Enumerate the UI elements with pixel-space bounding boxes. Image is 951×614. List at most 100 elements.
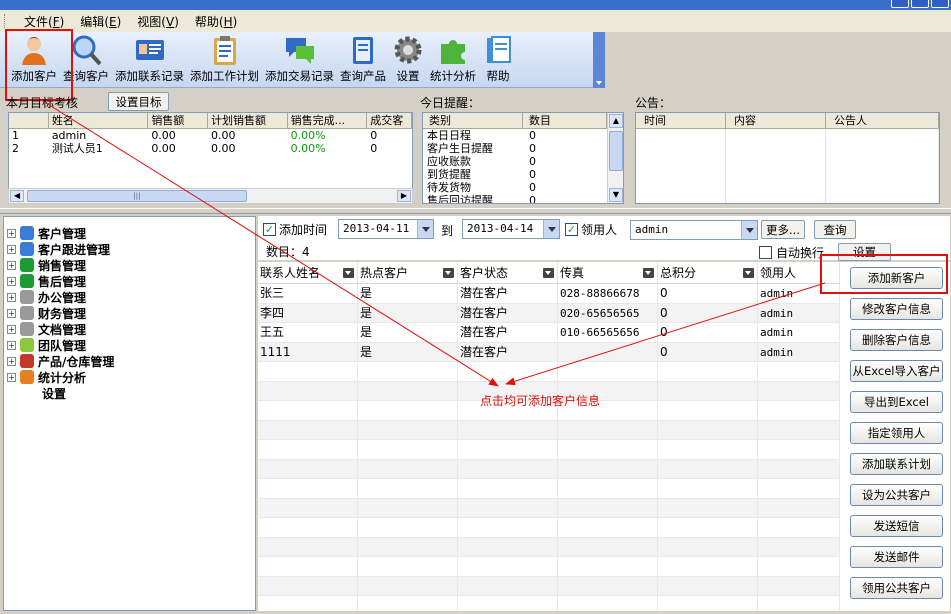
expand-plus-icon[interactable]: + bbox=[7, 292, 16, 302]
table-row[interactable]: 1 admin 0.00 0.00 0.00% 0 bbox=[9, 129, 412, 142]
toolbar-button-5[interactable]: 查询产品 bbox=[337, 34, 389, 87]
filter-dropdown-icon[interactable] bbox=[643, 268, 654, 278]
tree-node-6[interactable]: + 文档管理 bbox=[4, 321, 255, 337]
tree-node-0[interactable]: + 客户管理 bbox=[4, 225, 255, 241]
action-button-1[interactable]: 修改客户信息 bbox=[850, 298, 943, 320]
list-item[interactable]: 售后回访提醒 0 bbox=[423, 194, 623, 203]
menu-item-2[interactable]: 视图(V) bbox=[129, 13, 187, 30]
hscroll-thumb[interactable]: ||| bbox=[27, 190, 247, 202]
tree-node-settings[interactable]: 设置 bbox=[42, 385, 255, 401]
toolbar-button-2[interactable]: 添加联系记录 bbox=[112, 34, 187, 87]
minimize-button[interactable] bbox=[891, 0, 909, 8]
expand-plus-icon[interactable]: + bbox=[7, 340, 16, 350]
table-row[interactable] bbox=[258, 498, 840, 518]
toolbar-button-8[interactable]: 帮助 bbox=[479, 34, 517, 87]
add-time-checkbox[interactable]: ✓ bbox=[263, 223, 276, 236]
expand-plus-icon[interactable]: + bbox=[7, 228, 16, 238]
menu-item-0[interactable]: 文件(F) bbox=[16, 13, 72, 30]
target-col-header[interactable]: 计划销售额 bbox=[208, 113, 288, 128]
table-row[interactable] bbox=[258, 557, 840, 577]
toolbar-button-6[interactable]: 设置 bbox=[389, 34, 427, 87]
maximize-button[interactable] bbox=[911, 0, 929, 8]
close-button[interactable] bbox=[931, 0, 949, 8]
more-button[interactable]: 更多... bbox=[761, 220, 805, 239]
tree-node-5[interactable]: + 财务管理 bbox=[4, 305, 255, 321]
menu-item-3[interactable]: 帮助(H) bbox=[187, 13, 245, 30]
scroll-left-icon[interactable]: ◀ bbox=[10, 190, 24, 202]
owner-select[interactable]: admin bbox=[630, 220, 758, 240]
tree-node-7[interactable]: + 团队管理 bbox=[4, 337, 255, 353]
table-row[interactable] bbox=[258, 576, 840, 596]
date-from-picker[interactable]: 2013-04-11 bbox=[338, 219, 434, 239]
calendar-dropdown-icon[interactable] bbox=[543, 220, 559, 238]
action-button-6[interactable]: 添加联系计划 bbox=[850, 453, 943, 475]
expand-plus-icon[interactable]: + bbox=[7, 276, 16, 286]
action-button-10[interactable]: 领用公共客户 bbox=[850, 577, 943, 599]
expand-plus-icon[interactable]: + bbox=[7, 356, 16, 366]
scroll-up-icon[interactable]: ▲ bbox=[609, 114, 623, 128]
target-table-hscroll[interactable]: ◀ ||| ▶ bbox=[8, 188, 413, 204]
action-button-5[interactable]: 指定领用人 bbox=[850, 422, 943, 444]
reminder-vscroll[interactable]: ▲ ▼ bbox=[607, 113, 623, 203]
filter-dropdown-icon[interactable] bbox=[543, 268, 554, 278]
expand-plus-icon[interactable]: + bbox=[7, 372, 16, 382]
list-item[interactable]: 客户生日提醒 0 bbox=[423, 142, 623, 155]
tree-node-8[interactable]: + 产品/仓库管理 bbox=[4, 353, 255, 369]
expand-plus-icon[interactable]: + bbox=[7, 260, 16, 270]
list-item[interactable]: 待发货物 0 bbox=[423, 181, 623, 194]
target-col-header[interactable]: 成交客 bbox=[367, 113, 412, 128]
query-button[interactable]: 查询 bbox=[814, 220, 856, 239]
target-col-header[interactable]: 销售额 bbox=[148, 113, 209, 128]
customer-col-header[interactable]: 传真 bbox=[558, 262, 658, 283]
table-row[interactable] bbox=[258, 537, 840, 557]
date-to-picker[interactable]: 2013-04-14 bbox=[462, 219, 560, 239]
customer-col-header[interactable]: 联系人姓名 bbox=[258, 262, 358, 283]
table-row[interactable] bbox=[258, 459, 840, 479]
owner-checkbox[interactable]: ✓ bbox=[565, 223, 578, 236]
customer-col-header[interactable]: 总积分 bbox=[658, 262, 758, 283]
table-row[interactable]: 李四是潜在客户 020-65656565 0 admin bbox=[258, 303, 840, 323]
filter-dropdown-icon[interactable] bbox=[443, 268, 454, 278]
filter-dropdown-icon[interactable] bbox=[343, 268, 354, 278]
horizontal-splitter[interactable] bbox=[0, 208, 951, 214]
scroll-down-icon[interactable]: ▼ bbox=[609, 188, 623, 202]
action-button-7[interactable]: 设为公共客户 bbox=[850, 484, 943, 506]
expand-plus-icon[interactable]: + bbox=[7, 324, 16, 334]
reminder-col-header[interactable]: 类别 bbox=[423, 113, 523, 128]
tree-node-1[interactable]: + 客户跟进管理 bbox=[4, 241, 255, 257]
toolbar-button-3[interactable]: 添加工作计划 bbox=[187, 34, 262, 87]
target-col-header[interactable]: 姓名 bbox=[49, 113, 149, 128]
action-button-8[interactable]: 发送短信 bbox=[850, 515, 943, 537]
auto-wrap-checkbox[interactable] bbox=[759, 246, 772, 259]
notice-col-time[interactable]: 时间 bbox=[636, 113, 726, 128]
table-row[interactable] bbox=[258, 518, 840, 538]
tree-node-9[interactable]: + 统计分析 bbox=[4, 369, 255, 385]
table-row[interactable] bbox=[258, 362, 840, 382]
tree-node-3[interactable]: + 售后管理 bbox=[4, 273, 255, 289]
notice-col-content[interactable]: 内容 bbox=[726, 113, 826, 128]
action-button-2[interactable]: 删除客户信息 bbox=[850, 329, 943, 351]
action-button-4[interactable]: 导出到Excel bbox=[850, 391, 943, 413]
customer-col-header[interactable]: 热点客户 bbox=[358, 262, 458, 283]
list-item[interactable]: 应收账款 0 bbox=[423, 155, 623, 168]
table-row[interactable]: 1111 是潜在客户 0 admin bbox=[258, 342, 840, 362]
filter-dropdown-icon[interactable] bbox=[743, 268, 754, 278]
action-button-9[interactable]: 发送邮件 bbox=[850, 546, 943, 568]
vscroll-thumb[interactable] bbox=[609, 131, 623, 171]
tree-node-4[interactable]: + 办公管理 bbox=[4, 289, 255, 305]
target-col-header[interactable]: 销售完成... bbox=[288, 113, 368, 128]
table-row[interactable] bbox=[258, 596, 840, 611]
table-row[interactable]: 王五是潜在客户 010-66565656 0 admin bbox=[258, 323, 840, 343]
menu-item-1[interactable]: 编辑(E) bbox=[72, 13, 129, 30]
list-item[interactable]: 本日日程 0 bbox=[423, 129, 623, 142]
reminder-col-header[interactable]: 数目 bbox=[523, 113, 607, 128]
expand-plus-icon[interactable]: + bbox=[7, 308, 16, 318]
table-row[interactable] bbox=[258, 420, 840, 440]
scroll-right-icon[interactable]: ▶ bbox=[397, 190, 411, 202]
expand-plus-icon[interactable]: + bbox=[7, 244, 16, 254]
toolbar-overflow-button[interactable] bbox=[593, 32, 605, 88]
set-target-button[interactable]: 设置目标 bbox=[108, 92, 169, 111]
table-row[interactable]: 2 测试人员1 0.00 0.00 0.00% 0 bbox=[9, 142, 412, 155]
table-row[interactable]: 张三是潜在客户 028-88866678 0 admin bbox=[258, 284, 840, 304]
toolbar-button-4[interactable]: 添加交易记录 bbox=[262, 34, 337, 87]
